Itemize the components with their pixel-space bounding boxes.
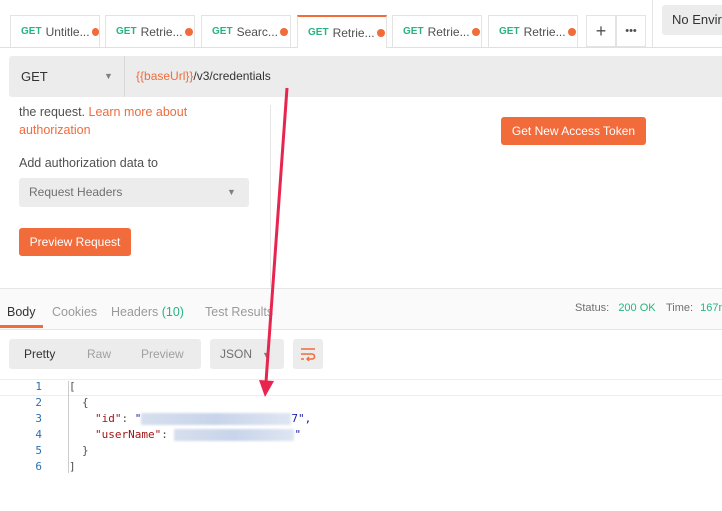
arrow-line xyxy=(264,87,289,383)
annotation-arrow xyxy=(259,87,289,397)
arrow-head xyxy=(259,380,274,397)
